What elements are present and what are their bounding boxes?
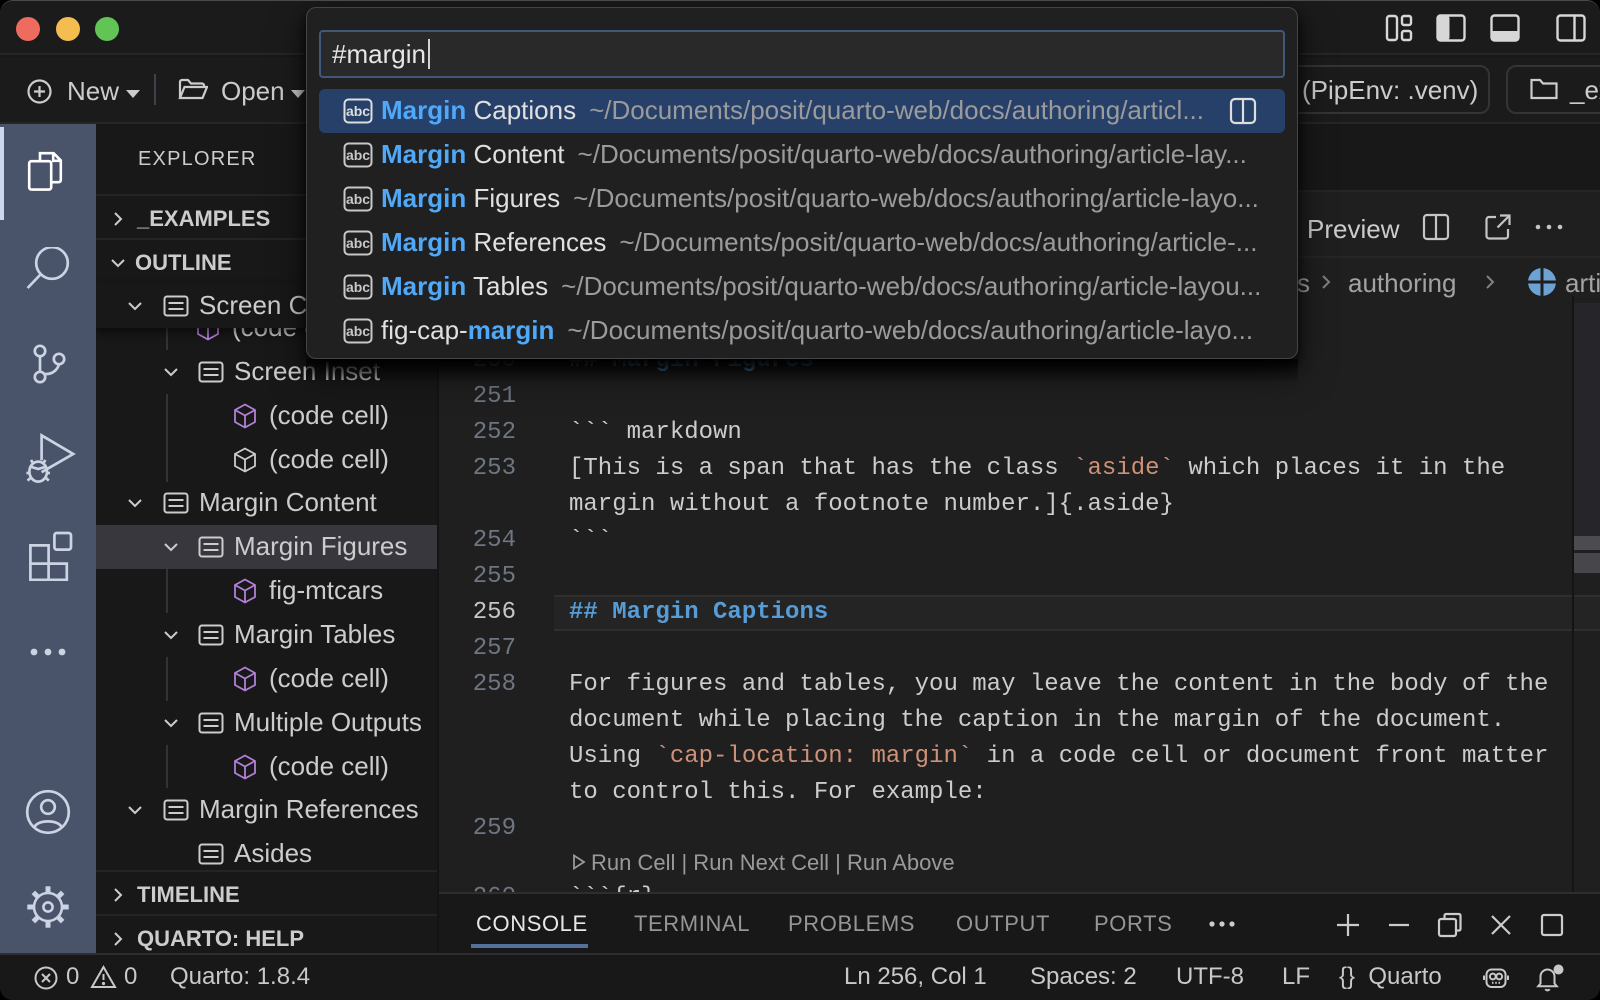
- svg-text:abc: abc: [346, 279, 370, 295]
- svg-text:abc: abc: [346, 147, 370, 163]
- svg-text:abc: abc: [346, 235, 370, 251]
- svg-text:abc: abc: [346, 323, 370, 339]
- svg-text:abc: abc: [346, 191, 370, 207]
- svg-text:abc: abc: [346, 103, 370, 119]
